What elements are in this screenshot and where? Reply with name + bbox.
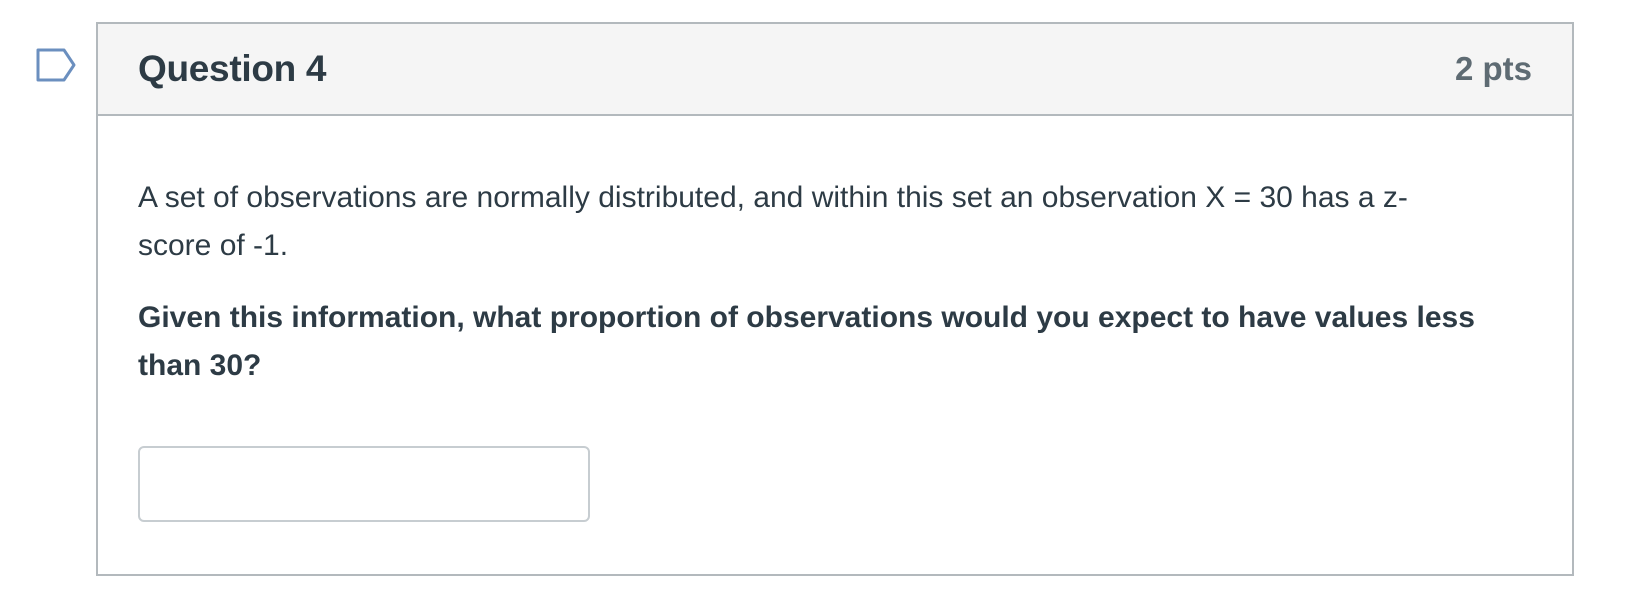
quiz-page: Question 4 2 pts A set of observations a… (0, 0, 1626, 594)
question-card: Question 4 2 pts A set of observations a… (96, 22, 1574, 576)
question-header: Question 4 2 pts (98, 24, 1572, 116)
question-body: A set of observations are normally distr… (98, 174, 1572, 522)
question-points: 2 pts (1454, 50, 1532, 87)
question-text: A set of observations are normally distr… (138, 181, 1408, 262)
flag-question-icon[interactable] (36, 48, 78, 82)
question-prompt: Given this information, what proportion … (138, 301, 1475, 382)
question-title: Question 4 (138, 48, 327, 89)
flag-outline-icon (36, 48, 76, 82)
answer-input[interactable] (138, 446, 590, 522)
